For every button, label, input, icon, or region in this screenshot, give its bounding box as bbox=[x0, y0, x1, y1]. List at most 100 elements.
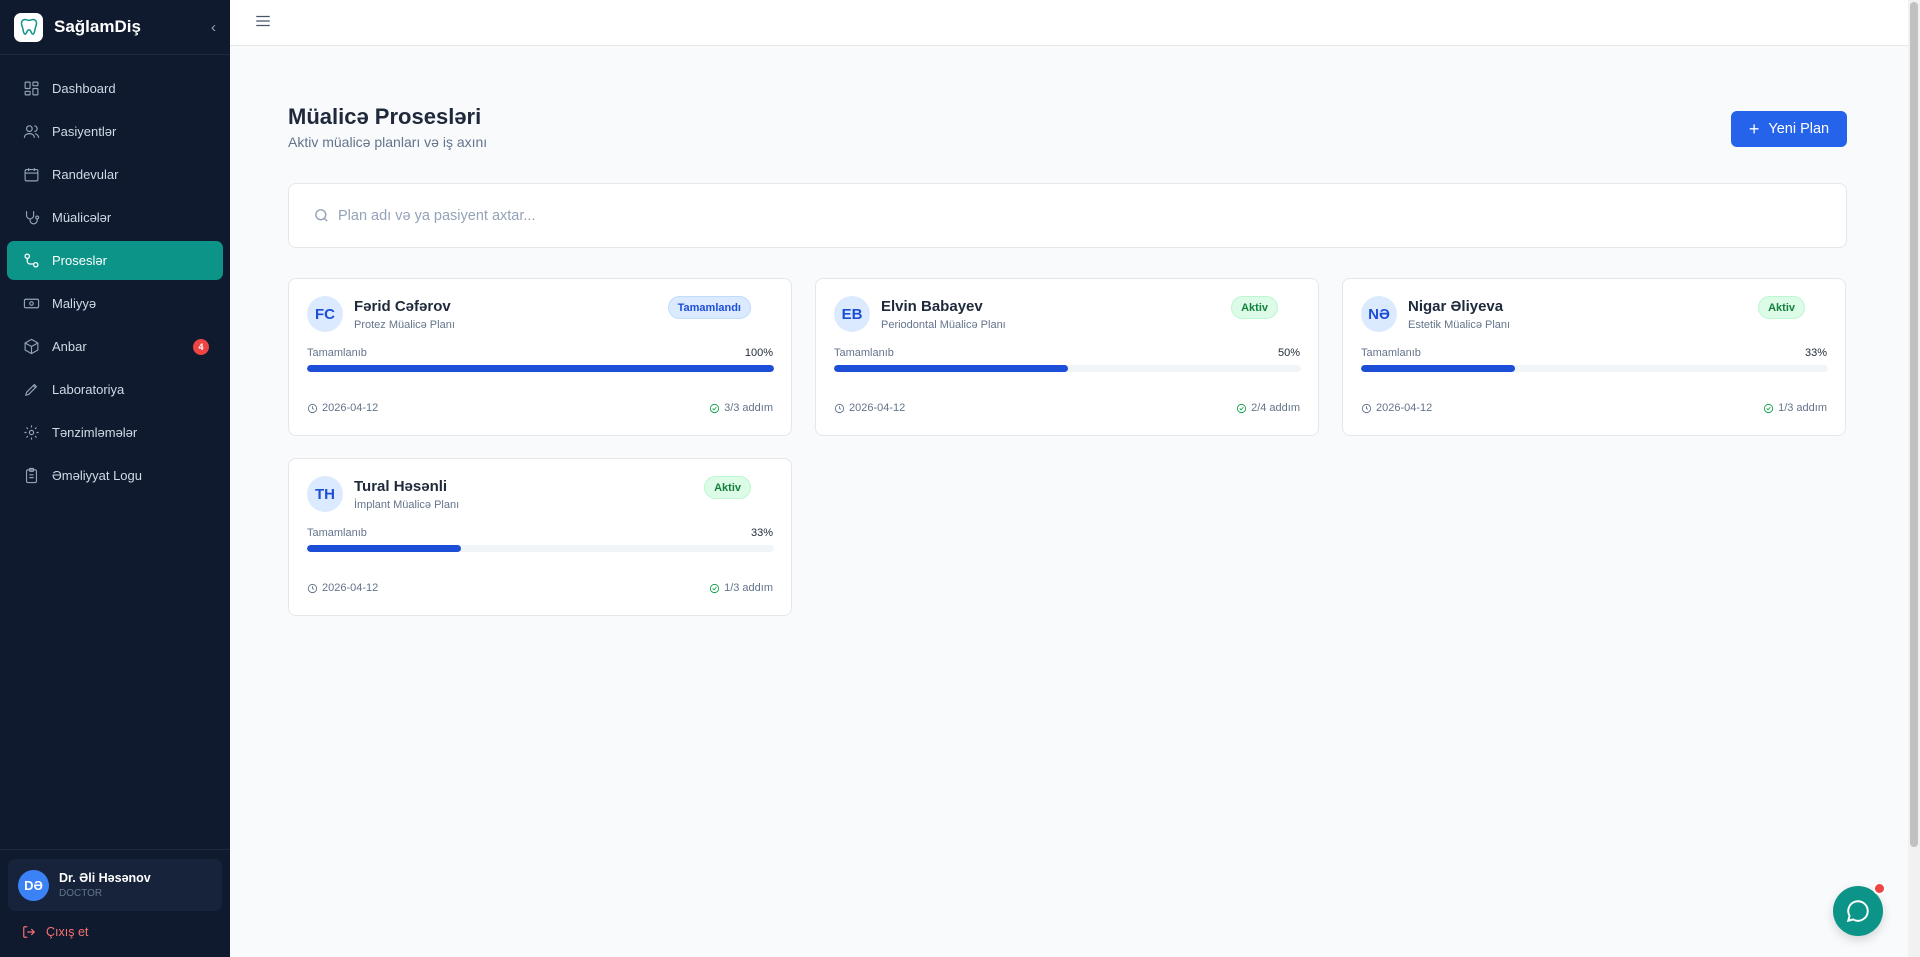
sidebar-item-treatments[interactable]: Müalicələr bbox=[7, 198, 223, 237]
check-circle-icon bbox=[709, 403, 720, 413]
clipboard-icon bbox=[22, 467, 40, 485]
patient-name: Elvin Babayev bbox=[881, 298, 983, 315]
patient-avatar: TH bbox=[307, 476, 343, 512]
sidebar-item-label: Anbar bbox=[52, 339, 87, 354]
progress-label: Tamamlanıb bbox=[1361, 347, 1421, 359]
sidebar-item-label: Proseslər bbox=[52, 253, 107, 268]
progress-bar bbox=[307, 365, 774, 372]
chevron-left-icon[interactable]: ‹ bbox=[211, 19, 216, 36]
patient-name: Nigar Əliyeva bbox=[1408, 298, 1504, 315]
progress-label: Tamamlanıb bbox=[834, 347, 894, 359]
chat-notification-dot bbox=[1873, 882, 1886, 895]
plan-date: 2026-04-12 bbox=[307, 582, 378, 594]
status-badge: Aktiv bbox=[704, 476, 751, 499]
clock-icon bbox=[834, 403, 845, 413]
sidebar-item-operation-log[interactable]: Əməliyyat Logu bbox=[7, 456, 223, 495]
progress-percent: 33% bbox=[1804, 347, 1827, 359]
notification-badge: 4 bbox=[193, 339, 209, 355]
scrollbar-thumb[interactable] bbox=[1910, 2, 1918, 847]
search-bar[interactable] bbox=[288, 183, 1847, 248]
plan-steps: 1/3 addım bbox=[1763, 402, 1827, 414]
page-subtitle: Aktiv müalicə planları və iş axını bbox=[288, 134, 488, 150]
user-area: DƏ Dr. Əli Həsənov DOCTOR Çıxış et bbox=[0, 849, 230, 957]
plan-name: Estetik Müalicə Planı bbox=[1408, 319, 1511, 331]
progress-fill bbox=[307, 365, 774, 372]
stethoscope-icon bbox=[22, 209, 40, 227]
plan-date: 2026-04-12 bbox=[1361, 402, 1432, 414]
plan-date: 2026-04-12 bbox=[307, 402, 378, 414]
new-plan-button[interactable]: + Yeni Plan bbox=[1731, 111, 1847, 147]
plan-steps: 2/4 addım bbox=[1236, 402, 1300, 414]
date-text: 2026-04-12 bbox=[1376, 402, 1433, 414]
plan-name: İmplant Müalicə Planı bbox=[354, 499, 460, 511]
date-text: 2026-04-12 bbox=[322, 402, 379, 414]
logout-label: Çıxış et bbox=[46, 925, 89, 939]
sidebar-item-laboratory[interactable]: Laboratoriya bbox=[7, 370, 223, 409]
status-badge: Aktiv bbox=[1758, 296, 1805, 319]
status-badge: Tamamlandı bbox=[667, 296, 751, 319]
progress-bar bbox=[1361, 365, 1828, 372]
sidebar-item-patients[interactable]: Pasiyentlər bbox=[7, 112, 223, 151]
progress-label: Tamamlanıb bbox=[307, 527, 367, 539]
status-badge: Aktiv bbox=[1231, 296, 1278, 319]
user-card[interactable]: DƏ Dr. Əli Həsənov DOCTOR bbox=[8, 859, 222, 911]
progress-bar bbox=[834, 365, 1301, 372]
package-icon bbox=[22, 338, 40, 356]
check-circle-icon bbox=[1763, 403, 1774, 413]
user-role: DOCTOR bbox=[59, 888, 103, 899]
logout-icon bbox=[23, 926, 36, 938]
search-icon bbox=[315, 209, 328, 222]
logout-button[interactable]: Çıxış et bbox=[22, 925, 230, 939]
clock-icon bbox=[307, 583, 318, 593]
sidebar-item-label: Maliyyə bbox=[52, 296, 97, 311]
steps-text: 1/3 addım bbox=[1778, 402, 1827, 414]
sidebar-item-label: Tənzimləmələr bbox=[52, 425, 138, 440]
plan-steps: 3/3 addım bbox=[709, 402, 773, 414]
clock-icon bbox=[1361, 403, 1372, 413]
sidebar-item-warehouse[interactable]: Anbar 4 bbox=[7, 327, 223, 366]
check-circle-icon bbox=[709, 583, 720, 593]
plan-card[interactable]: TH Tural Həsənli İmplant Müalicə Planı A… bbox=[288, 458, 792, 616]
plan-card[interactable]: EB Elvin Babayev Periodontal Müalicə Pla… bbox=[815, 278, 1319, 436]
sidebar-item-settings[interactable]: Tənzimləmələr bbox=[7, 413, 223, 452]
page-title: Müalicə Prosesləri bbox=[288, 104, 482, 129]
plus-icon: + bbox=[1748, 119, 1760, 139]
scrollbar[interactable] bbox=[1908, 0, 1920, 957]
date-text: 2026-04-12 bbox=[322, 582, 379, 594]
sidebar-item-finance[interactable]: Maliyyə bbox=[7, 284, 223, 323]
sidebar-item-dashboard[interactable]: Dashboard bbox=[7, 69, 223, 108]
progress-fill bbox=[1361, 365, 1516, 372]
sidebar-item-label: Əməliyyat Logu bbox=[52, 468, 142, 483]
search-input[interactable] bbox=[338, 207, 1738, 224]
gear-icon bbox=[22, 424, 40, 442]
sidebar-item-label: Müalicələr bbox=[52, 210, 112, 225]
sidebar-item-label: Dashboard bbox=[52, 81, 116, 96]
plan-date: 2026-04-12 bbox=[834, 402, 905, 414]
sidebar-item-appointments[interactable]: Randevular bbox=[7, 155, 223, 194]
menu-icon[interactable] bbox=[254, 12, 272, 30]
progress-bar bbox=[307, 545, 774, 552]
patient-avatar: FC bbox=[307, 296, 343, 332]
plan-card[interactable]: NƏ Nigar Əliyeva Estetik Müalicə Planı A… bbox=[1342, 278, 1846, 436]
main-content: Müalicə Prosesləri Aktiv müalicə planlar… bbox=[230, 46, 1908, 957]
patient-avatar: EB bbox=[834, 296, 870, 332]
plan-name: Protez Müalicə Planı bbox=[354, 319, 455, 331]
tooth-icon[interactable] bbox=[14, 12, 43, 42]
patient-name: Fərid Cəfərov bbox=[354, 298, 451, 315]
progress-percent: 50% bbox=[1277, 347, 1300, 359]
pen-icon bbox=[22, 381, 40, 399]
dashboard-icon bbox=[22, 80, 40, 98]
sidebar-item-label: Pasiyentlər bbox=[52, 124, 117, 139]
check-circle-icon bbox=[1236, 403, 1247, 413]
workflow-icon bbox=[22, 252, 40, 270]
topbar bbox=[230, 0, 1908, 46]
users-icon bbox=[22, 123, 40, 141]
plan-name: Periodontal Müalicə Planı bbox=[881, 319, 1006, 331]
plan-card[interactable]: FC Fərid Cəfərov Protez Müalicə Planı Ta… bbox=[288, 278, 792, 436]
plan-cards-grid: FC Fərid Cəfərov Protez Müalicə Planı Ta… bbox=[288, 278, 1847, 616]
banknote-icon bbox=[22, 295, 40, 313]
date-text: 2026-04-12 bbox=[849, 402, 906, 414]
steps-text: 2/4 addım bbox=[1251, 402, 1300, 414]
user-name: Dr. Əli Həsənov bbox=[59, 871, 151, 885]
sidebar-item-processes[interactable]: Proseslər bbox=[7, 241, 223, 280]
